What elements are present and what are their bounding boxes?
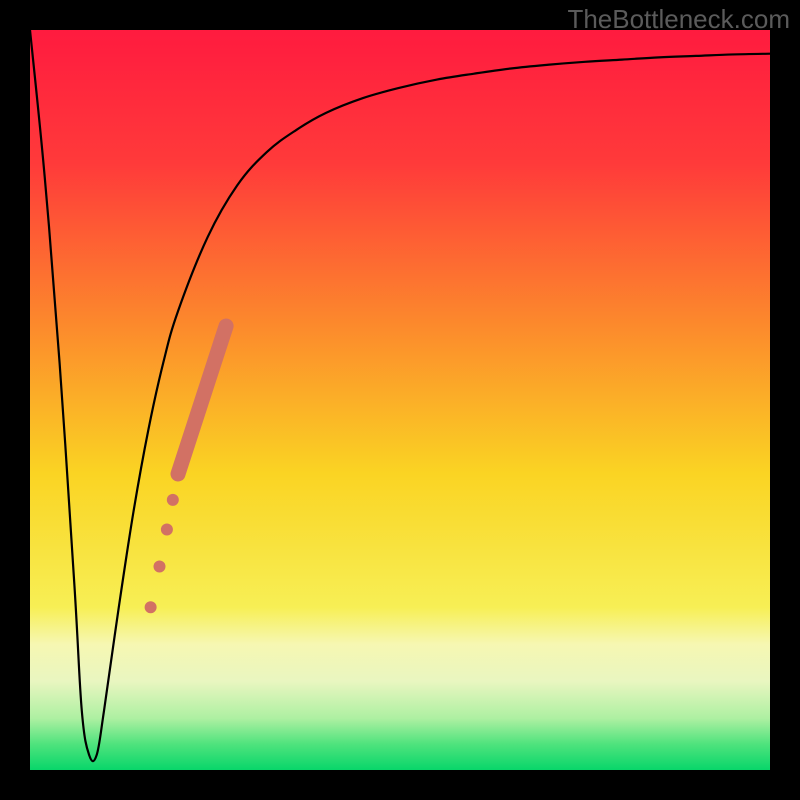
marker-dot [167,494,179,506]
plot-area [30,30,770,770]
chart-container: TheBottleneck.com [0,0,800,800]
bottleneck-chart [30,30,770,770]
gradient-background [30,30,770,770]
marker-dot [145,601,157,613]
marker-dot [154,561,166,573]
marker-dot [161,524,173,536]
